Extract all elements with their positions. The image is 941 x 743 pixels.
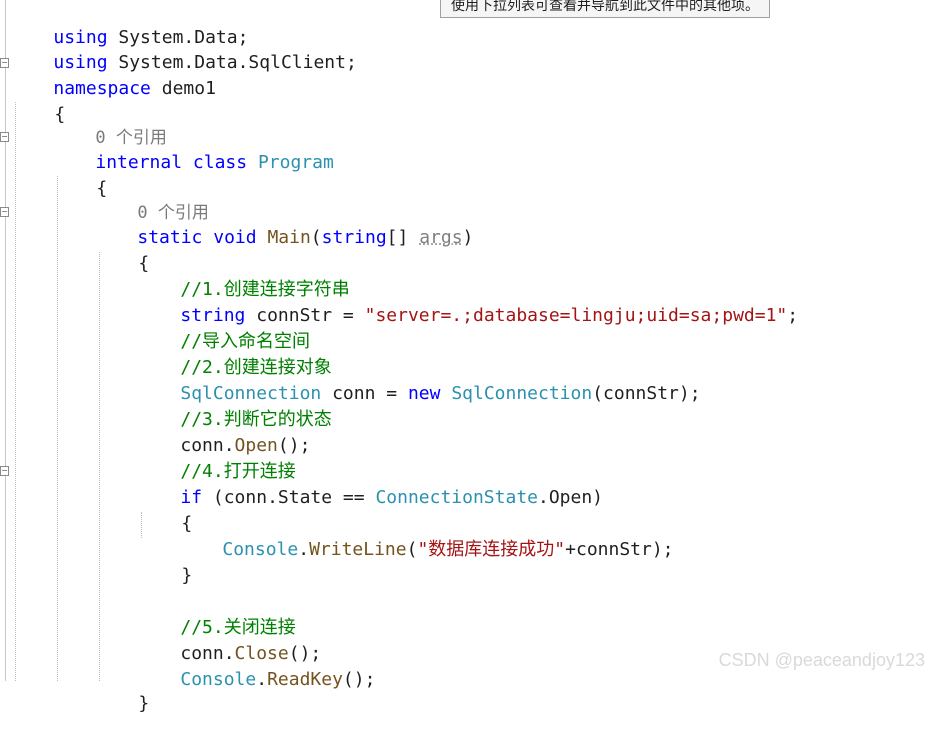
type-name: Console — [222, 539, 299, 560]
code-line-conn-close[interactable]: conn.Close(); — [137, 615, 321, 664]
code-line-brace[interactable]: { — [53, 150, 107, 199]
type-name: SqlConnection — [451, 383, 593, 404]
codelens-references-main[interactable]: 0 个引用 — [94, 174, 208, 223]
code-line-brace[interactable]: } — [95, 665, 149, 714]
code-line-using-data[interactable]: using System.Data; — [10, 0, 248, 48]
code-line-namespace[interactable]: namespace demo1 — [10, 50, 216, 99]
method-name: WriteLine — [309, 539, 407, 560]
indent-guide — [57, 176, 58, 681]
code-line-brace[interactable]: } — [138, 537, 192, 586]
fold-toggle-namespace[interactable]: − — [0, 58, 9, 68]
type-name: ConnectionState — [375, 487, 538, 508]
type-name: Console — [180, 669, 257, 690]
code-line-class-program[interactable]: internal class Program — [52, 124, 333, 173]
brace: } — [181, 565, 193, 586]
keyword: namespace — [53, 78, 151, 99]
outlining-margin — [5, 0, 6, 681]
method-name: Main — [267, 227, 311, 248]
indent-guide — [15, 102, 16, 681]
brace: } — [138, 693, 150, 714]
watermark: CSDN @peaceandjoy123 — [719, 650, 925, 671]
keyword: internal — [95, 152, 183, 173]
code-line-comment[interactable]: //2.创建连接对象 — [137, 329, 331, 378]
string-literal: "server=.;database=lingju;uid=sa;pwd=1" — [364, 305, 788, 326]
indent-guide — [99, 252, 100, 681]
keyword: string — [321, 227, 387, 248]
watermark-text: CSDN @peaceandjoy123 — [718, 650, 925, 670]
code-line-writeline[interactable]: Console.WriteLine("数据库连接成功"+connStr); — [179, 511, 673, 560]
code-line-brace[interactable]: { — [95, 225, 149, 274]
string-literal: "数据库连接成功" — [417, 539, 566, 560]
code-line-comment[interactable]: //1.创建连接字符串 — [137, 251, 349, 300]
code-line-comment[interactable]: //5.关闭连接 — [137, 589, 295, 638]
type-name: Program — [257, 152, 334, 173]
code-line-readkey[interactable]: Console.ReadKey(); — [137, 641, 375, 690]
code-line-main-signature[interactable]: static void Main(string[] args) — [94, 199, 473, 248]
code-line-if-state[interactable]: if (conn.State == ConnectionState.Open) — [137, 459, 603, 508]
code-line-using-sqlclient[interactable]: using System.Data.SqlClient; — [10, 24, 356, 73]
tooltip-text: 使用下拉列表可查看并导航到此文件中的其他项。 — [451, 0, 759, 14]
keyword: void — [213, 227, 257, 248]
code-line-conn-open[interactable]: conn.Open(); — [137, 407, 310, 456]
codelens-references-class[interactable]: 0 个引用 — [52, 99, 166, 148]
code-line-new-connection[interactable]: SqlConnection conn = new SqlConnection(c… — [137, 355, 700, 404]
navigation-tooltip: 使用下拉列表可查看并导航到此文件中的其他项。 — [440, 0, 770, 18]
keyword: new — [407, 383, 441, 404]
code-line-connstr[interactable]: string connStr = "server=.;database=ling… — [137, 277, 798, 326]
code-line-comment[interactable]: //导入命名空间 — [137, 303, 310, 352]
fold-toggle-main[interactable]: − — [0, 207, 9, 217]
method-name: ReadKey — [267, 669, 343, 690]
fold-toggle-if[interactable]: − — [0, 466, 9, 476]
fold-toggle-class[interactable]: − — [0, 132, 9, 142]
code-line-comment[interactable]: //3.判断它的状态 — [137, 381, 331, 430]
unused-parameter: args — [419, 227, 463, 248]
code-text: demo1 — [150, 78, 216, 99]
keyword: class — [192, 152, 248, 173]
code-line-brace[interactable]: { — [138, 485, 192, 534]
code-editor[interactable]: − − − − using System.Data; using System.… — [0, 0, 941, 714]
code-line-comment[interactable]: //4.打开连接 — [137, 433, 295, 482]
